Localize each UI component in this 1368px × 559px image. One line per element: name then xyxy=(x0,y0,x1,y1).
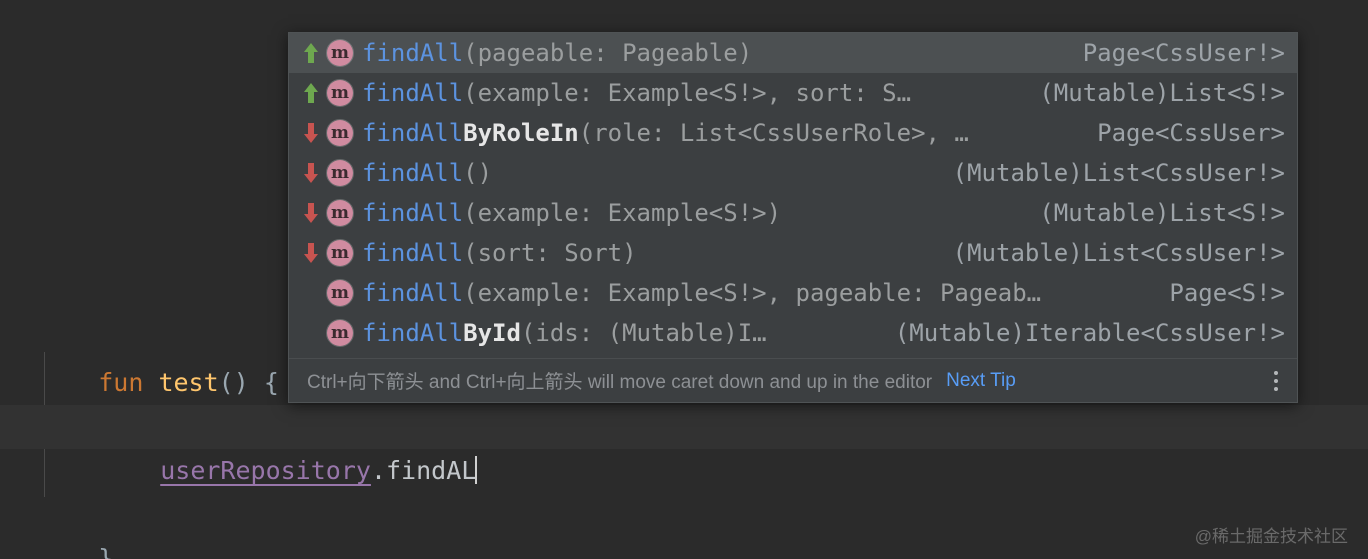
completion-hint-bar: Ctrl+向下箭头 and Ctrl+向上箭头 will move caret … xyxy=(289,358,1297,402)
arrow-placeholder xyxy=(304,323,318,343)
completion-signature: findAll() xyxy=(362,159,937,187)
method-icon: m xyxy=(326,79,354,107)
return-type: Page<CssUser> xyxy=(1097,119,1285,147)
completion-item[interactable]: m findAllById(ids: (Mutable)I… (Mutable)It… xyxy=(289,313,1297,353)
method-icon: m xyxy=(326,239,354,267)
open-brace: { xyxy=(263,368,279,397)
matched-prefix: findAll xyxy=(362,159,464,187)
function-name: test xyxy=(158,368,219,397)
completion-signature: findAllById(ids: (Mutable)I… xyxy=(362,319,879,347)
completion-signature: findAll(sort: Sort) xyxy=(362,239,937,267)
next-tip-link[interactable]: Next Tip xyxy=(946,370,1016,392)
arrow-down-icon xyxy=(304,203,318,223)
arrow-cell xyxy=(299,83,323,103)
return-type: (Mutable)List<S!> xyxy=(1039,79,1285,107)
arrow-up-icon xyxy=(304,83,318,103)
kebab-menu-icon[interactable] xyxy=(1263,366,1289,396)
parameter-list: (pageable: Pageable) xyxy=(463,39,753,67)
completion-item[interactable]: m findAll() (Mutable)List<CssUser!> xyxy=(289,153,1297,193)
method-icon: m xyxy=(326,319,354,347)
arrow-placeholder xyxy=(304,283,318,303)
completion-item[interactable]: m findAll(sort: Sort) (Mutable)List<CssUse… xyxy=(289,233,1297,273)
method-icon: m xyxy=(326,159,354,187)
matched-prefix: findAll xyxy=(362,79,464,107)
parameter-list: (example: Example<S!>, pageable: Pageab… xyxy=(463,279,1042,307)
arrow-cell xyxy=(299,323,323,343)
arrow-cell xyxy=(299,283,323,303)
matched-prefix: findAll xyxy=(362,319,464,347)
parameter-list: (example: Example<S!>, sort: S… xyxy=(463,79,912,107)
arrow-down-icon xyxy=(304,243,318,263)
close-brace: } xyxy=(98,544,114,559)
completion-signature: findAllByRoleIn(role: List<CssUserRole>,… xyxy=(362,119,1081,147)
return-type: Page<CssUser!> xyxy=(1082,39,1285,67)
text-caret xyxy=(475,456,478,484)
completion-signature: findAll(example: Example<S!>) xyxy=(362,199,1023,227)
parameter-list: (sort: Sort) xyxy=(463,239,637,267)
return-type: Page<S!> xyxy=(1169,279,1285,307)
completion-item[interactable]: m findAll(example: Example<S!>, sort: S…(… xyxy=(289,73,1297,113)
arrow-cell xyxy=(299,163,323,183)
matched-prefix: findAll xyxy=(362,239,464,267)
arrow-up-icon xyxy=(304,43,318,63)
arrow-down-icon xyxy=(304,123,318,143)
matched-prefix: findAll xyxy=(362,119,464,147)
typed-prefix: findAL xyxy=(386,456,477,485)
name-remainder: ById xyxy=(463,319,521,347)
code-line-current[interactable]: userRepository.findAL xyxy=(0,405,1368,485)
arrow-cell xyxy=(299,123,323,143)
return-type: (Mutable)List<CssUser!> xyxy=(952,239,1285,267)
function-parens: () xyxy=(218,368,249,397)
completion-item-list[interactable]: m findAll(pageable: Pageable) Page<CssUser… xyxy=(289,33,1297,353)
completion-signature: findAll(example: Example<S!>, sort: S… xyxy=(362,79,1023,107)
method-icon: m xyxy=(326,119,354,147)
method-icon: m xyxy=(326,279,354,307)
matched-prefix: findAll xyxy=(362,199,464,227)
arrow-cell xyxy=(299,243,323,263)
watermark: @稀土掘金技术社区 xyxy=(1194,527,1348,546)
keyword-fun: fun xyxy=(98,368,144,397)
completion-item[interactable]: m findAll(example: Example<S!>) (Mutable)L… xyxy=(289,193,1297,233)
parameter-list: (example: Example<S!>) xyxy=(463,199,782,227)
completion-item[interactable]: m findAllByRoleIn(role: List<CssUserRole>… xyxy=(289,113,1297,153)
hint-text: Ctrl+向下箭头 and Ctrl+向上箭头 will move caret … xyxy=(307,372,933,393)
method-icon: m xyxy=(326,199,354,227)
parameter-list: (role: List<CssUserRole>, … xyxy=(578,119,969,147)
completion-signature: findAll(pageable: Pageable) xyxy=(362,39,1067,67)
matched-prefix: findAll xyxy=(362,39,464,67)
dot-operator: . xyxy=(370,456,386,485)
completion-item[interactable]: m findAll(pageable: Pageable) Page<CssUser… xyxy=(289,33,1297,73)
receiver-identifier: userRepository xyxy=(160,456,371,485)
code-line-closing-brace[interactable]: } xyxy=(0,493,1368,559)
return-type: (Mutable)List<CssUser!> xyxy=(952,159,1285,187)
completion-signature: findAll(example: Example<S!>, pageable: … xyxy=(362,279,1153,307)
parameter-list: (ids: (Mutable)I… xyxy=(520,319,767,347)
code-completion-popup[interactable]: m findAll(pageable: Pageable) Page<CssUser… xyxy=(288,32,1298,403)
method-icon: m xyxy=(326,39,354,67)
completion-item[interactable]: m findAll(example: Example<S!>, pageable:… xyxy=(289,273,1297,313)
matched-prefix: findAll xyxy=(362,279,464,307)
parameter-list: () xyxy=(463,159,493,187)
arrow-down-icon xyxy=(304,163,318,183)
arrow-cell xyxy=(299,203,323,223)
return-type: (Mutable)Iterable<CssUser!> xyxy=(894,319,1285,347)
arrow-cell xyxy=(299,43,323,63)
return-type: (Mutable)List<S!> xyxy=(1039,199,1285,227)
name-remainder: ByRoleIn xyxy=(463,119,579,147)
